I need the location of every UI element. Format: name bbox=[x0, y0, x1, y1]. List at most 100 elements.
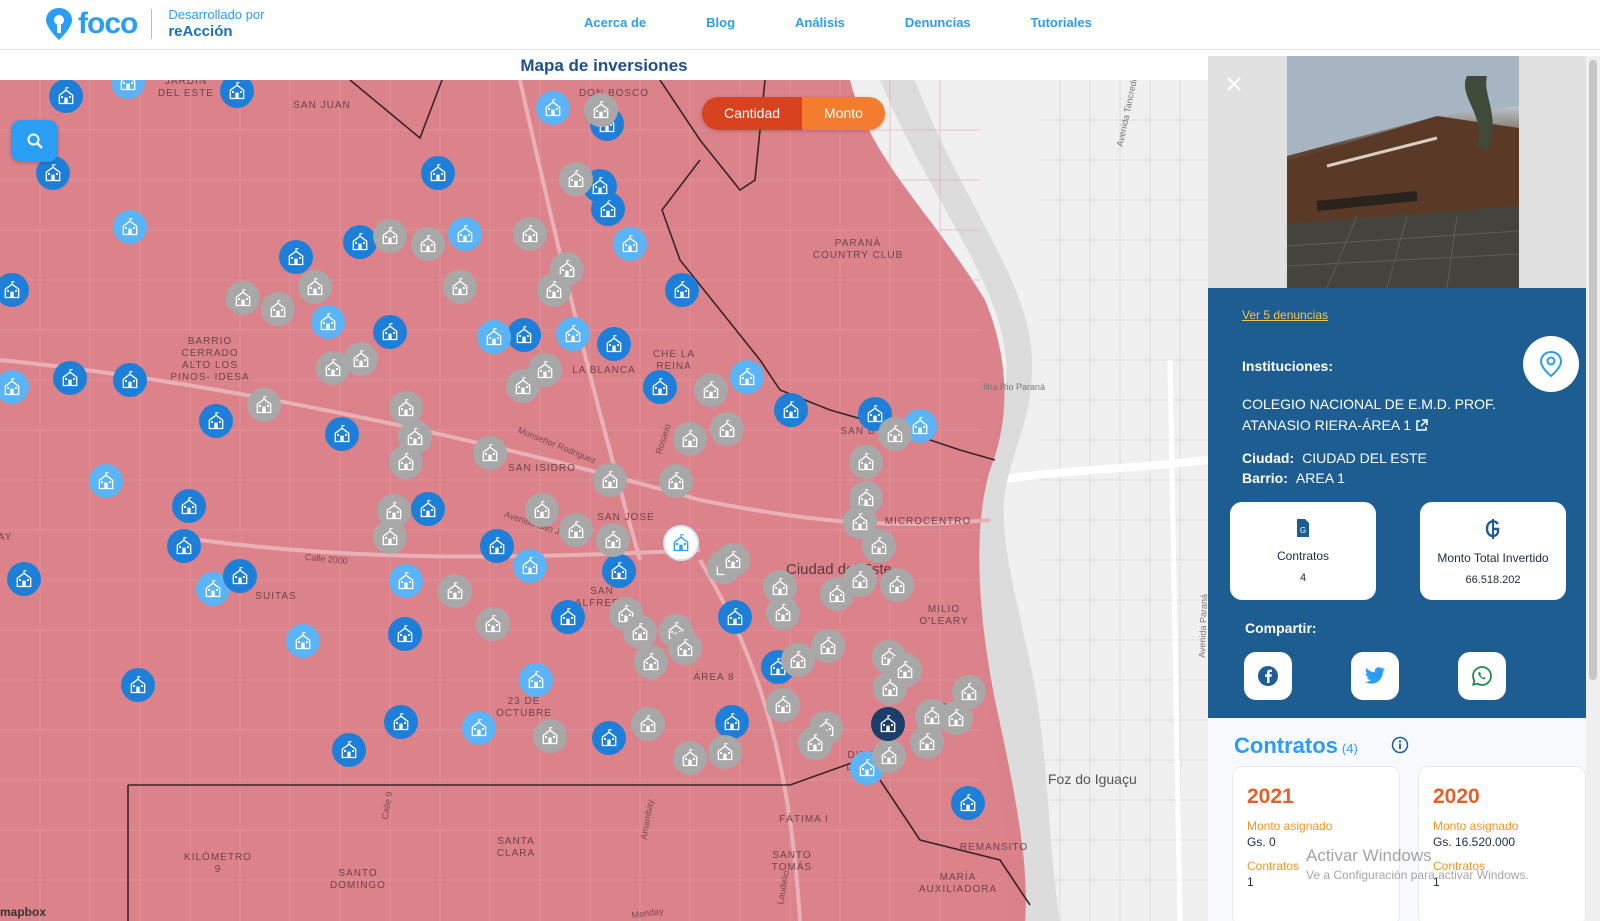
share-facebook-button[interactable] bbox=[1244, 652, 1292, 700]
school-marker-blue[interactable] bbox=[172, 489, 206, 523]
school-marker-blue[interactable] bbox=[411, 492, 445, 526]
year-card-2020[interactable]: 2020 Monto asignado Gs. 16.520.000 Contr… bbox=[1418, 766, 1586, 921]
school-marker-blue[interactable] bbox=[613, 227, 647, 261]
school-marker-blue[interactable] bbox=[551, 600, 585, 634]
school-marker-blue[interactable] bbox=[774, 393, 808, 427]
school-marker-gray[interactable] bbox=[623, 615, 657, 649]
school-marker-blue[interactable] bbox=[536, 91, 570, 125]
school-marker-gray[interactable] bbox=[631, 707, 665, 741]
school-marker-blue[interactable] bbox=[49, 80, 83, 113]
share-whatsapp-button[interactable] bbox=[1458, 652, 1506, 700]
school-marker-blue[interactable] bbox=[715, 705, 749, 739]
school-marker-blue[interactable] bbox=[53, 361, 87, 395]
school-marker-gray[interactable] bbox=[843, 563, 877, 597]
nav-analisis[interactable]: Análisis bbox=[795, 15, 845, 30]
school-marker-blue[interactable] bbox=[951, 786, 985, 820]
school-marker-gray[interactable] bbox=[708, 735, 742, 769]
school-marker-gray[interactable] bbox=[710, 412, 744, 446]
school-marker-gray[interactable] bbox=[373, 520, 407, 554]
school-marker-gray[interactable] bbox=[537, 273, 571, 307]
school-marker-blue[interactable] bbox=[513, 549, 547, 583]
school-marker-blue[interactable] bbox=[113, 210, 147, 244]
ver-denuncias-link[interactable]: Ver 5 denuncias bbox=[1242, 308, 1328, 322]
school-marker-gray[interactable] bbox=[389, 445, 423, 479]
school-marker-blue[interactable] bbox=[89, 464, 123, 498]
school-marker-gray[interactable] bbox=[766, 596, 800, 630]
school-marker-blue[interactable] bbox=[602, 554, 636, 588]
institution-name-text[interactable]: COLEGIO NACIONAL DE E.M.D. PROF. ATANASI… bbox=[1242, 396, 1496, 433]
school-marker-blue[interactable] bbox=[462, 711, 496, 745]
school-marker-navy[interactable] bbox=[871, 707, 905, 741]
school-marker-blue[interactable] bbox=[373, 315, 407, 349]
school-marker-gray[interactable] bbox=[888, 653, 922, 687]
school-marker-gray[interactable] bbox=[694, 373, 728, 407]
school-marker-blue[interactable] bbox=[556, 317, 590, 351]
foco-logo[interactable]: foco Desarrollado por reAcción bbox=[44, 6, 264, 42]
school-marker-blue[interactable] bbox=[286, 624, 320, 658]
school-marker-gray[interactable] bbox=[513, 217, 547, 251]
school-marker-gray[interactable] bbox=[673, 422, 707, 456]
school-marker-gray[interactable] bbox=[878, 417, 912, 451]
school-marker-gray[interactable] bbox=[811, 629, 845, 663]
nav-blog[interactable]: Blog bbox=[706, 15, 735, 30]
info-icon[interactable] bbox=[1391, 736, 1409, 754]
school-marker-blue[interactable] bbox=[384, 705, 418, 739]
school-marker-blue[interactable] bbox=[223, 559, 257, 593]
nav-acerca-de[interactable]: Acerca de bbox=[584, 15, 646, 30]
close-panel-button[interactable] bbox=[1226, 72, 1242, 98]
school-marker-gray[interactable] bbox=[880, 568, 914, 602]
school-marker-gray[interactable] bbox=[559, 162, 593, 196]
metric-toggle[interactable]: Cantidad Monto bbox=[702, 97, 885, 130]
school-marker-gray[interactable] bbox=[798, 726, 832, 760]
school-marker-blue[interactable] bbox=[167, 529, 201, 563]
school-marker-blue[interactable] bbox=[665, 273, 699, 307]
school-marker-blue[interactable] bbox=[718, 600, 752, 634]
toggle-monto[interactable]: Monto bbox=[802, 97, 885, 130]
school-marker-gray[interactable] bbox=[593, 463, 627, 497]
school-marker-gray[interactable] bbox=[261, 292, 295, 326]
school-marker-gray[interactable] bbox=[226, 281, 260, 315]
school-marker-gray[interactable] bbox=[766, 688, 800, 722]
panel-scrollbar[interactable] bbox=[1586, 56, 1600, 921]
school-marker-blue[interactable] bbox=[343, 225, 377, 259]
school-marker-blue[interactable] bbox=[477, 320, 511, 354]
school-marker-gray[interactable] bbox=[373, 219, 407, 253]
school-marker-gray[interactable] bbox=[634, 645, 668, 679]
school-marker-gray[interactable] bbox=[596, 523, 630, 557]
school-marker-gray[interactable] bbox=[862, 529, 896, 563]
external-link-icon[interactable] bbox=[1415, 419, 1428, 432]
nav-tutoriales[interactable]: Tutoriales bbox=[1031, 15, 1092, 30]
school-marker-blue[interactable] bbox=[480, 529, 514, 563]
school-marker-blue[interactable] bbox=[448, 217, 482, 251]
school-marker-blue[interactable] bbox=[507, 318, 541, 352]
toggle-cantidad[interactable]: Cantidad bbox=[702, 97, 803, 130]
mapbox-attribution[interactable]: mapbox bbox=[0, 905, 46, 919]
school-marker-blue[interactable] bbox=[592, 721, 626, 755]
school-marker-gray[interactable] bbox=[247, 388, 281, 422]
school-marker-blue[interactable] bbox=[279, 240, 313, 274]
map-search-button[interactable] bbox=[11, 120, 58, 162]
school-marker-blue[interactable] bbox=[199, 404, 233, 438]
school-marker-blue[interactable] bbox=[388, 617, 422, 651]
school-marker-blue[interactable] bbox=[311, 305, 345, 339]
school-marker-blue[interactable] bbox=[421, 156, 455, 190]
location-button[interactable] bbox=[1523, 336, 1579, 392]
institution-name[interactable]: COLEGIO NACIONAL DE E.M.D. PROF. ATANASI… bbox=[1242, 394, 1532, 436]
school-marker-blue[interactable] bbox=[113, 363, 147, 397]
year-card-2021[interactable]: 2021 Monto asignado Gs. 0 Contratos 1 bbox=[1232, 766, 1400, 921]
school-marker-gray[interactable] bbox=[910, 725, 944, 759]
school-marker-gray[interactable] bbox=[438, 574, 472, 608]
share-twitter-button[interactable] bbox=[1351, 652, 1399, 700]
school-marker-blue[interactable] bbox=[730, 360, 764, 394]
school-marker-gray[interactable] bbox=[533, 719, 567, 753]
school-marker-gray[interactable] bbox=[443, 270, 477, 304]
school-marker-blue[interactable] bbox=[519, 663, 553, 697]
school-marker-blue[interactable] bbox=[389, 564, 423, 598]
school-marker-gray[interactable] bbox=[849, 445, 883, 479]
school-marker-gray[interactable] bbox=[476, 607, 510, 641]
school-marker-gray[interactable] bbox=[872, 739, 906, 773]
school-marker-blue[interactable] bbox=[643, 370, 677, 404]
school-marker-gray[interactable] bbox=[506, 369, 540, 403]
school-marker-gray[interactable] bbox=[559, 513, 593, 547]
nav-denuncias[interactable]: Denuncias bbox=[905, 15, 971, 30]
